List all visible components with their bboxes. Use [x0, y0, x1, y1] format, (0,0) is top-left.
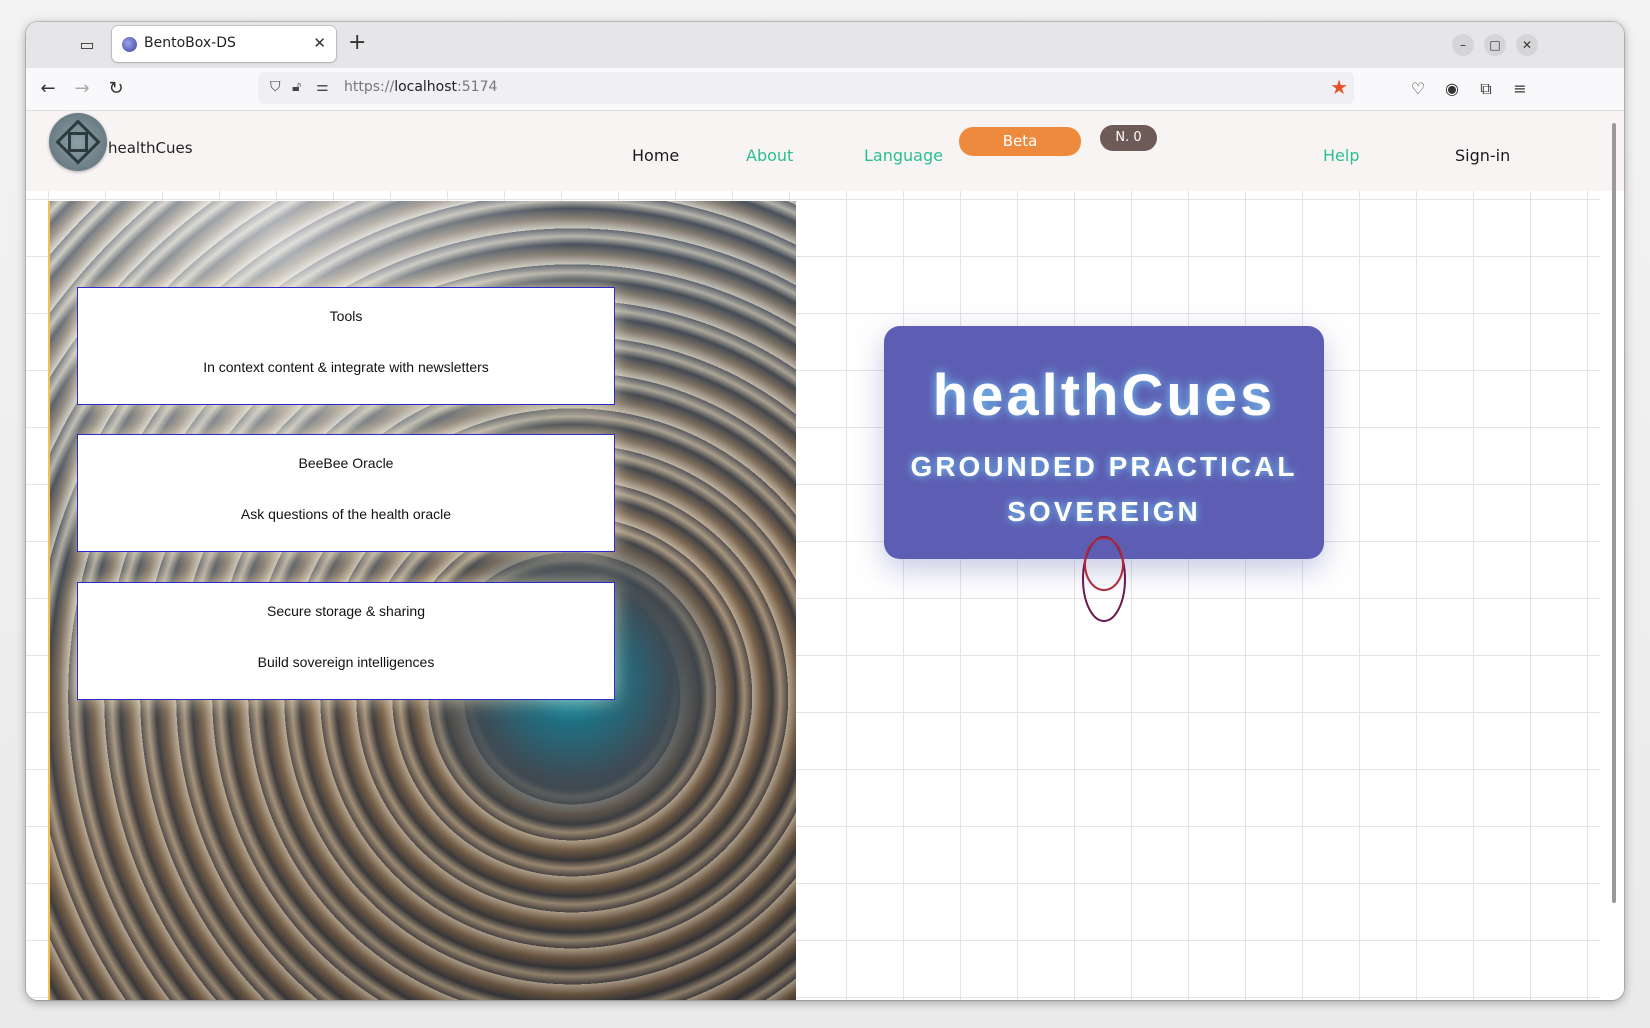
- back-icon[interactable]: ←: [36, 77, 60, 101]
- menu-icon[interactable]: ≡: [1508, 77, 1532, 101]
- minimize-button[interactable]: –: [1452, 34, 1474, 56]
- page-scrollbar[interactable]: [1612, 123, 1616, 903]
- bookmark-star-icon[interactable]: ★: [1330, 75, 1348, 99]
- nav-about[interactable]: About: [746, 146, 793, 165]
- url-host: localhost: [394, 79, 458, 95]
- shield-icon[interactable]: ⛉: [270, 79, 281, 95]
- card-title: Tools: [329, 308, 363, 324]
- favicon-icon: [122, 37, 137, 52]
- logo-icon[interactable]: [49, 113, 107, 171]
- ellipse-decoration-icon: [1082, 536, 1126, 622]
- card-storage[interactable]: Secure storage & sharing Build sovereign…: [77, 582, 615, 700]
- close-tab-icon[interactable]: ✕: [313, 34, 326, 52]
- maximize-button[interactable]: □: [1484, 34, 1506, 56]
- tab-title: BentoBox-DS: [144, 35, 236, 51]
- url-text[interactable]: https://localhost:5174: [344, 79, 497, 95]
- card-title: Secure storage & sharing: [267, 603, 425, 619]
- lock-icon[interactable]: 🔓︎: [292, 79, 301, 95]
- hero-title: healthCues: [932, 363, 1276, 428]
- counter-badge[interactable]: N. 0: [1100, 125, 1157, 151]
- permissions-icon[interactable]: ⚌: [316, 79, 329, 95]
- site-header: healthCues Home About Language Beta N. 0…: [26, 111, 1624, 191]
- tab-overview-icon[interactable]: ▭: [76, 34, 98, 56]
- active-tab[interactable]: BentoBox-DS ✕: [112, 26, 336, 62]
- account-icon[interactable]: ◉: [1440, 77, 1464, 101]
- nav-help[interactable]: Help: [1323, 146, 1359, 165]
- page-content: healthCues Home About Language Beta N. 0…: [26, 111, 1624, 1000]
- card-description: In context content & integrate with news…: [203, 359, 489, 375]
- url-scheme: https://: [344, 79, 395, 95]
- hero-banner: healthCues GROUNDED PRACTICAL SOVEREIGN: [884, 326, 1324, 559]
- navigation-bar: ← → ↻ ⛉ 🔓︎ ⚌ https://localhost:5174 ★ ♡ …: [26, 68, 1624, 111]
- tab-strip: ▭ BentoBox-DS ✕ + ⌄ – □ ✕: [26, 22, 1624, 68]
- nav-home[interactable]: Home: [632, 146, 679, 165]
- url-port: :5174: [457, 79, 498, 95]
- close-window-button[interactable]: ✕: [1516, 34, 1538, 56]
- extensions-icon[interactable]: ⧉: [1474, 77, 1498, 101]
- nav-signin[interactable]: Sign-in: [1455, 146, 1510, 165]
- pocket-icon[interactable]: ♡: [1406, 77, 1430, 101]
- card-description: Ask questions of the health oracle: [240, 506, 452, 522]
- new-tab-button[interactable]: +: [348, 32, 366, 54]
- hero-subtitle: GROUNDED PRACTICAL SOVEREIGN: [910, 451, 1298, 527]
- reload-icon[interactable]: ↻: [104, 77, 128, 101]
- beta-badge[interactable]: Beta: [959, 127, 1081, 156]
- browser-window: ▭ BentoBox-DS ✕ + ⌄ – □ ✕ ← → ↻ ⛉ 🔓︎ ⚌ h…: [26, 22, 1624, 1000]
- card-title: BeeBee Oracle: [298, 455, 394, 471]
- brand-name[interactable]: healthCues: [108, 139, 193, 157]
- card-oracle[interactable]: BeeBee Oracle Ask questions of the healt…: [77, 434, 615, 552]
- forward-icon[interactable]: →: [70, 77, 94, 101]
- url-bar[interactable]: ⛉ 🔓︎ ⚌ https://localhost:5174 ★: [258, 72, 1354, 104]
- card-tools[interactable]: Tools In context content & integrate wit…: [77, 287, 615, 405]
- nav-language[interactable]: Language: [864, 146, 943, 165]
- card-description: Build sovereign intelligences: [257, 654, 435, 670]
